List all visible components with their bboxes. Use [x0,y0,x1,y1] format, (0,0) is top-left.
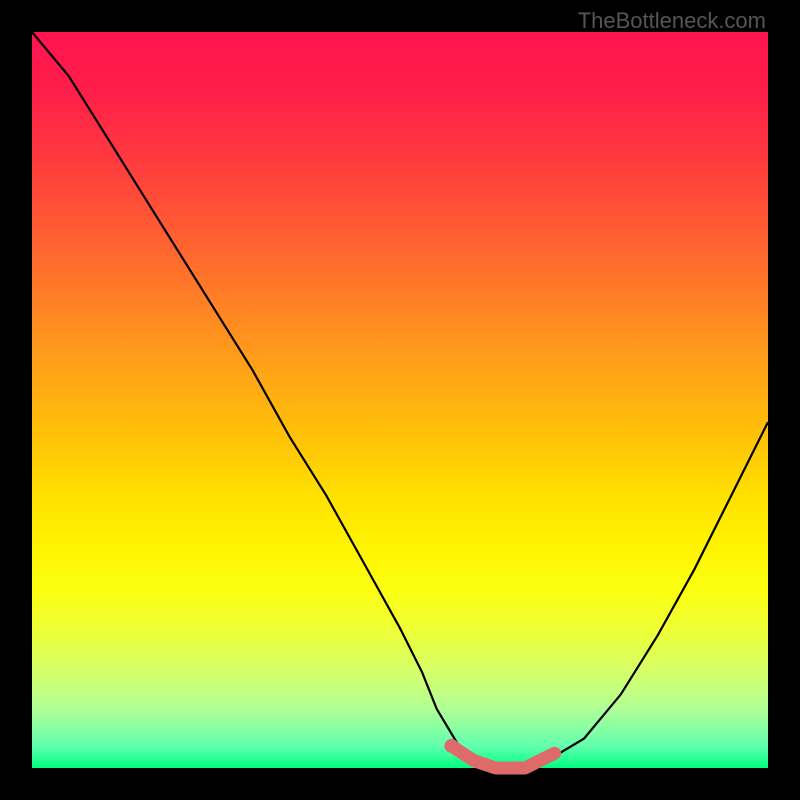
chart-frame: TheBottleneck.com [0,0,800,800]
chart-svg [32,32,768,768]
watermark-text: TheBottleneck.com [578,8,766,34]
highlight-segment-line [445,739,555,768]
bottleneck-curve-line [32,32,768,768]
plot-area [32,32,768,768]
